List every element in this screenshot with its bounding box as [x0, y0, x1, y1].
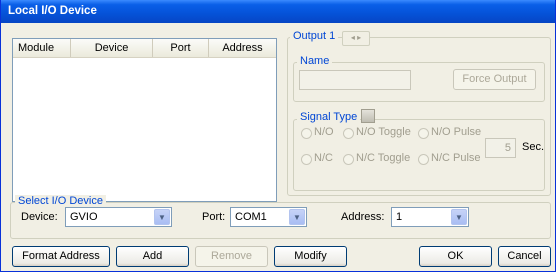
device-select-value: GVIO: [70, 211, 98, 223]
radio-nc-pulse[interactable]: [418, 154, 429, 165]
prev-output-icon[interactable]: ◂: [351, 33, 355, 42]
next-output-icon[interactable]: ▸: [357, 33, 361, 42]
name-input[interactable]: [299, 70, 411, 90]
radio-nc-toggle[interactable]: [343, 154, 354, 165]
port-label: Port:: [202, 211, 226, 223]
radio-no-pulse-label: N/O Pulse: [431, 126, 482, 138]
column-port[interactable]: Port: [153, 39, 209, 57]
add-button[interactable]: Add: [116, 246, 189, 267]
radio-no-pulse[interactable]: [418, 128, 429, 139]
chevron-down-icon[interactable]: ▼: [154, 209, 170, 225]
device-list[interactable]: Module Device Port Address: [12, 38, 277, 202]
radio-no-toggle-label: N/O Toggle: [356, 126, 411, 138]
device-label: Device:: [21, 211, 58, 223]
column-address[interactable]: Address: [209, 39, 276, 57]
radio-nc-toggle-label: N/C Toggle: [356, 152, 411, 164]
column-device[interactable]: Device: [71, 39, 153, 57]
chevron-down-icon[interactable]: ▼: [451, 209, 467, 225]
radio-nc-pulse-label: N/C Pulse: [431, 152, 481, 164]
radio-nc[interactable]: [301, 154, 312, 165]
radio-no[interactable]: [301, 128, 312, 139]
device-list-header: Module Device Port Address: [13, 39, 276, 58]
chevron-down-icon[interactable]: ▼: [289, 209, 305, 225]
port-select[interactable]: COM1 ▼: [230, 207, 307, 227]
signal-type-label: Signal Type: [297, 111, 361, 123]
modify-button[interactable]: Modify: [274, 246, 347, 267]
output-label: Output 1: [290, 30, 339, 42]
device-select[interactable]: GVIO ▼: [65, 207, 172, 227]
local-io-device-dialog: Local I/O Device Module Device Port Addr…: [0, 0, 556, 272]
format-address-button[interactable]: Format Address: [12, 246, 110, 267]
address-select[interactable]: 1 ▼: [391, 207, 469, 227]
dialog-body: Module Device Port Address Output 1 ◂ ▸ …: [1, 23, 555, 271]
column-module[interactable]: Module: [13, 39, 71, 57]
radio-nc-label: N/C: [314, 152, 333, 164]
signal-settings-icon[interactable]: [361, 109, 375, 123]
cancel-button[interactable]: Cancel: [498, 246, 551, 267]
ok-button[interactable]: OK: [419, 246, 492, 267]
force-output-button[interactable]: Force Output: [453, 69, 536, 90]
select-io-device-label: Select I/O Device: [15, 195, 106, 207]
name-label: Name: [297, 55, 333, 67]
radio-no-toggle[interactable]: [343, 128, 354, 139]
remove-button[interactable]: Remove: [195, 246, 268, 267]
window-title: Local I/O Device: [1, 0, 555, 23]
pulse-seconds-unit: Sec.: [522, 141, 545, 153]
pulse-seconds-input[interactable]: 5: [485, 138, 516, 158]
output-nav[interactable]: ◂ ▸: [342, 31, 370, 46]
pulse-seconds-value: 5: [504, 142, 511, 154]
port-select-value: COM1: [235, 211, 267, 223]
radio-no-label: N/O: [314, 126, 334, 138]
address-label: Address:: [341, 211, 385, 223]
address-select-value: 1: [396, 211, 403, 223]
